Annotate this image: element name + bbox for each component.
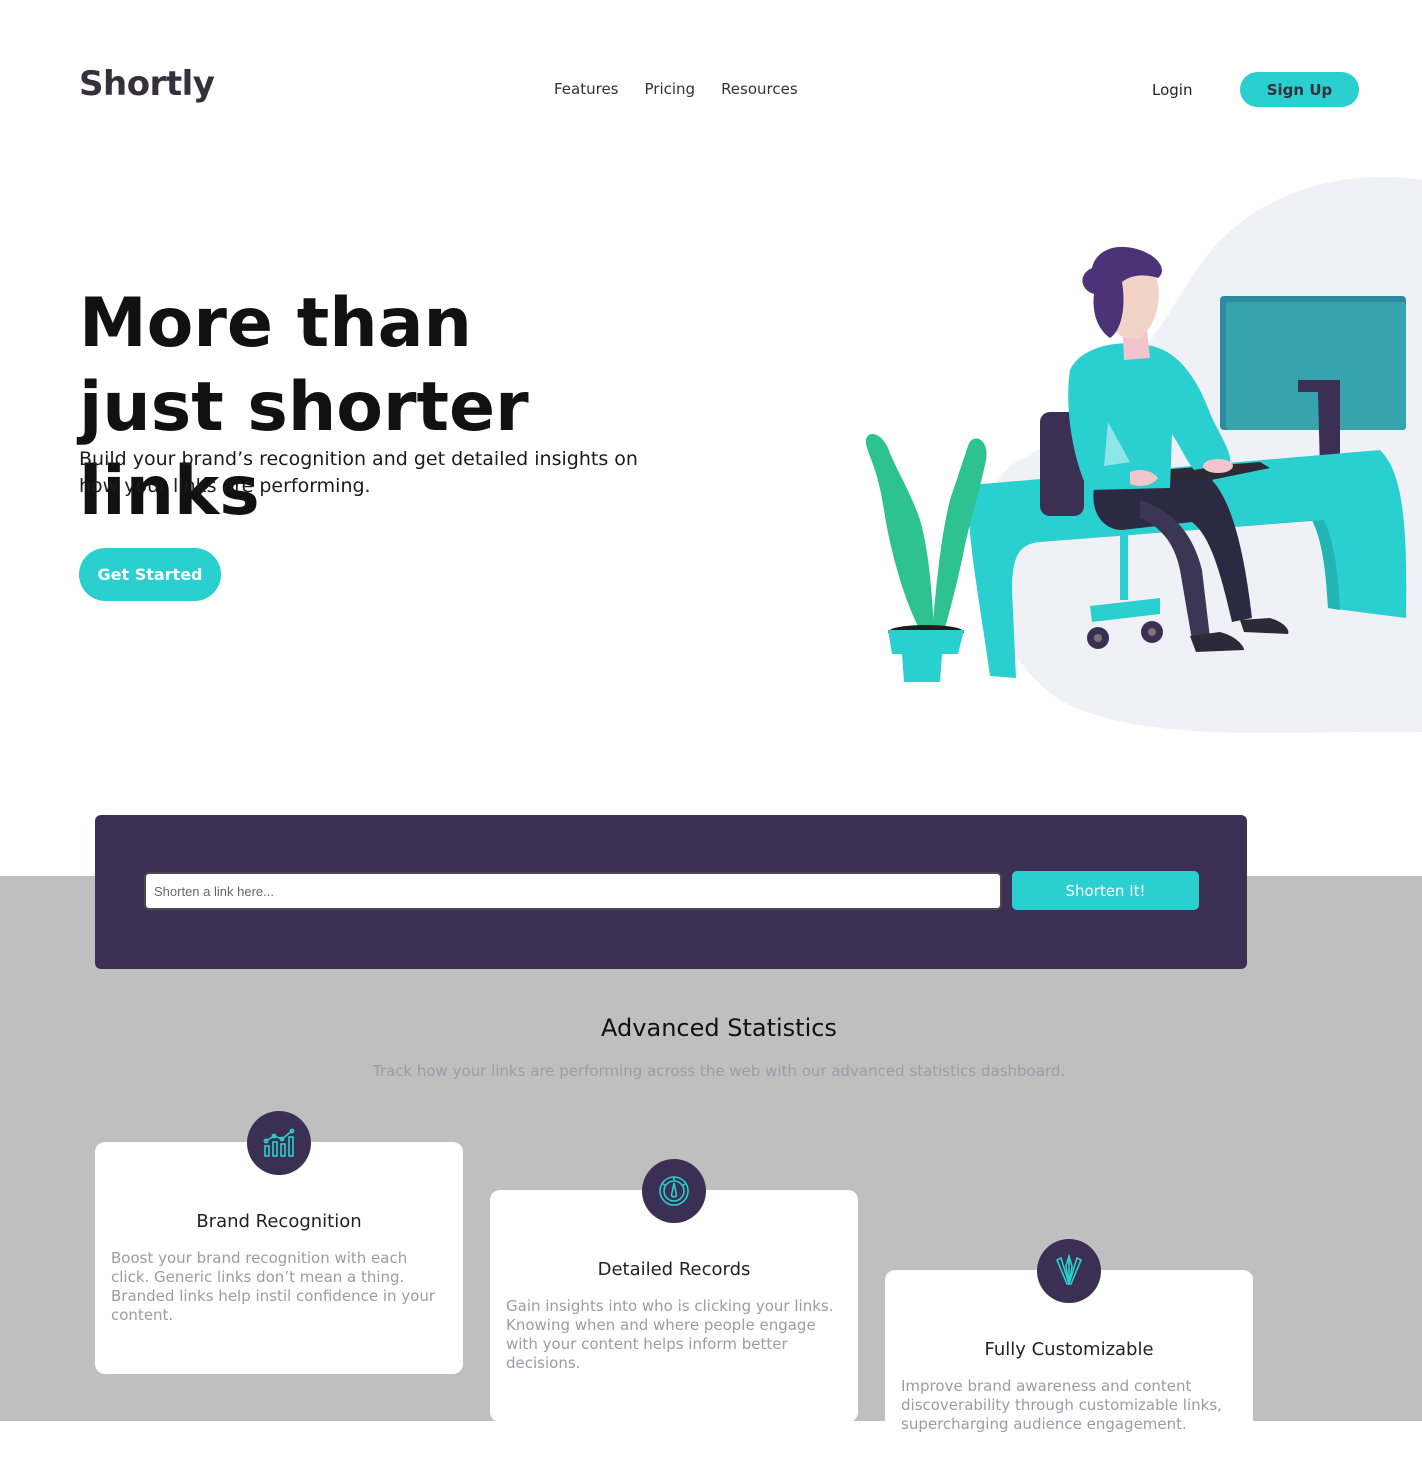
main-nav: Features Pricing Resources <box>554 80 798 98</box>
shorten-link-input[interactable] <box>144 872 1002 910</box>
feature-card-text: Boost your brand recognition with each c… <box>111 1249 436 1324</box>
hero-subtitle: Build your brand’s recognition and get d… <box>79 448 638 497</box>
feature-card-text: Gain insights into who is clicking your … <box>506 1297 834 1372</box>
nav-link-pricing[interactable]: Pricing <box>645 80 696 98</box>
design-tools-icon <box>1037 1239 1101 1303</box>
feature-card-title: Detailed Records <box>597 1259 751 1280</box>
bar-chart-icon <box>247 1111 311 1175</box>
speedometer-icon <box>642 1159 706 1223</box>
shorten-link-panel: Shorten It! <box>95 815 1247 969</box>
feature-card-fully-customizable: Fully Customizable Improve brand awarene… <box>885 1239 1253 1470</box>
feature-card-brand-recognition: Brand Recognition Boost your brand recog… <box>95 1111 463 1374</box>
shorten-it-button[interactable]: Shorten It! <box>1012 871 1199 910</box>
nav-link-resources[interactable]: Resources <box>721 80 798 98</box>
signup-button[interactable]: Sign Up <box>1240 72 1359 107</box>
site-header: Shortly Features Pricing Resources Login… <box>0 0 1422 180</box>
feature-card-title: Brand Recognition <box>196 1211 362 1232</box>
person-working-at-desk-illustration <box>865 176 1422 733</box>
feature-card-title: Fully Customizable <box>984 1339 1154 1360</box>
feature-card-text: Improve brand awareness and content disc… <box>901 1377 1222 1433</box>
statistics-subtitle: Track how your links are performing acro… <box>372 1062 1066 1080</box>
login-link[interactable]: Login <box>1152 81 1192 99</box>
nav-link-features[interactable]: Features <box>554 80 619 98</box>
get-started-button[interactable]: Get Started <box>79 548 221 601</box>
feature-card-detailed-records: Detailed Records Gain insights into who … <box>490 1159 858 1422</box>
logo[interactable]: Shortly <box>79 64 215 104</box>
statistics-title: Advanced Statistics <box>601 1014 837 1042</box>
